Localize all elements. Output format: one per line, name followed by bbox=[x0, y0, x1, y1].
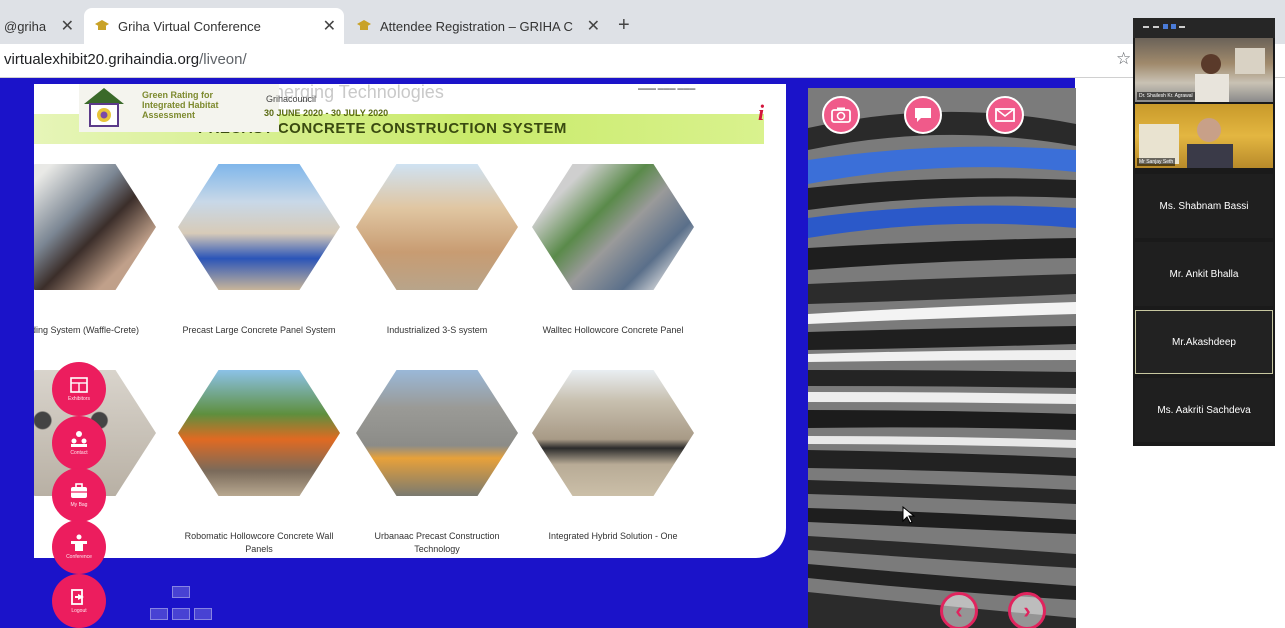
product-caption[interactable]: Urbanaac Precast Construction Technology bbox=[352, 530, 522, 556]
product-caption[interactable]: ilding System (Waffle-Crete) bbox=[34, 324, 168, 337]
browser-tab-bar: @griha ✕ Griha Virtual Conference ✕ Atte… bbox=[0, 0, 1285, 44]
menu-label: Exhibitors bbox=[68, 396, 90, 402]
tab-close-icon[interactable]: ✕ bbox=[579, 16, 608, 36]
chat-button[interactable] bbox=[904, 96, 942, 134]
logo-text: Green Rating for Integrated Habitat Asse… bbox=[142, 90, 219, 120]
key-left-icon[interactable] bbox=[150, 608, 168, 620]
virtual-exhibit-page: ...ition of Emerging Technologies PRECAS… bbox=[0, 78, 1285, 628]
conference-button[interactable]: Conference bbox=[52, 520, 106, 574]
people-icon bbox=[71, 431, 87, 447]
tab-title: Attendee Registration – GRIHA C bbox=[380, 18, 573, 34]
grid-icon bbox=[70, 377, 88, 393]
mail-icon bbox=[995, 108, 1015, 122]
logout-button[interactable]: Logout bbox=[52, 574, 106, 628]
product-image-large-panel[interactable] bbox=[178, 164, 340, 290]
key-up-icon[interactable] bbox=[172, 586, 190, 598]
logo-line: Assessment bbox=[142, 110, 196, 120]
address-bar[interactable]: virtualexhibit20.grihaindia.org/liveon/ … bbox=[0, 44, 1285, 78]
small-note: ▬▬▬ ▬▬▬ ▬▬▬ bbox=[638, 86, 696, 92]
griha-logo bbox=[84, 88, 124, 127]
product-image-urbanaac[interactable] bbox=[356, 370, 518, 496]
chat-icon bbox=[915, 108, 931, 122]
next-arrow-button[interactable]: › bbox=[1008, 592, 1046, 628]
org-name: Grihacouncil bbox=[266, 94, 317, 104]
chevron-left-icon: ‹ bbox=[955, 598, 963, 623]
tab-attendee-registration[interactable]: Attendee Registration – GRIHA C ✕ bbox=[346, 8, 608, 44]
logout-icon bbox=[71, 589, 84, 605]
booth-panel: ...ition of Emerging Technologies PRECAS… bbox=[34, 84, 786, 558]
product-image-walltec[interactable] bbox=[532, 164, 694, 290]
tab-title: Griha Virtual Conference bbox=[118, 18, 261, 34]
product-caption[interactable]: Robomatic Hollowcore Concrete Wall Panel… bbox=[174, 530, 344, 556]
participant-name: Mr Sanjay Seth bbox=[1137, 158, 1176, 166]
menu-label: Logout bbox=[71, 608, 87, 614]
contact-button[interactable]: Contact bbox=[52, 416, 106, 470]
product-caption[interactable]: Walltec Hollowcore Concrete Panel bbox=[528, 324, 698, 337]
hall-scene bbox=[808, 88, 1076, 628]
3d-viewport[interactable]: ‹ › bbox=[808, 88, 1076, 628]
menu-label: Contact bbox=[70, 450, 88, 456]
product-image-waffle-crete[interactable] bbox=[34, 164, 156, 290]
participant-name: Mr.Akashdeep bbox=[1172, 336, 1236, 348]
participant-name: Mr. Ankit Bhalla bbox=[1169, 268, 1239, 280]
camera-icon bbox=[831, 107, 851, 123]
participant-tile[interactable]: Mr.Akashdeep bbox=[1135, 310, 1273, 374]
participant-name: Dr. Shailesh Kr. Agrawal bbox=[1137, 92, 1195, 100]
exhibitors-button[interactable]: Exhibitors bbox=[52, 362, 106, 416]
key-right-icon[interactable] bbox=[194, 608, 212, 620]
product-image-robomatic[interactable] bbox=[178, 370, 340, 496]
photo-booth-button[interactable] bbox=[822, 96, 860, 134]
zoom-topbar bbox=[1133, 18, 1275, 38]
participant-tile[interactable]: Ms. Shabnam Bassi bbox=[1135, 174, 1273, 238]
tab-title: @griha bbox=[4, 18, 47, 34]
video-tile[interactable]: Dr. Shailesh Kr. Agrawal bbox=[1135, 38, 1273, 102]
tab-griha[interactable]: @griha ✕ bbox=[0, 8, 82, 44]
product-image-hybrid[interactable] bbox=[532, 370, 694, 496]
participant-name: Ms. Shabnam Bassi bbox=[1159, 200, 1249, 212]
menu-label: My Bag bbox=[70, 502, 88, 508]
product-caption[interactable]: Industrialized 3-S system bbox=[352, 324, 522, 337]
product-caption[interactable]: Precast Large Concrete Panel System bbox=[174, 324, 344, 337]
url-domain: virtualexhibit20.grihaindia.org bbox=[4, 51, 200, 68]
url-text[interactable]: virtualexhibit20.grihaindia.org/liveon/ bbox=[4, 51, 247, 68]
zoom-participant-panel: Dr. Shailesh Kr. Agrawal Mr Sanjay Seth … bbox=[1133, 18, 1275, 446]
url-path: /liveon/ bbox=[199, 51, 247, 68]
bookmark-star-icon[interactable]: ☆ bbox=[1116, 49, 1131, 69]
mouse-cursor-icon bbox=[902, 506, 916, 524]
info-icon[interactable]: i bbox=[758, 100, 764, 126]
my-bag-button[interactable]: My Bag bbox=[52, 468, 106, 522]
video-tile[interactable]: Mr Sanjay Seth bbox=[1135, 104, 1273, 168]
tab-griha-virtual-conference[interactable]: Griha Virtual Conference ✕ bbox=[84, 8, 344, 44]
logo-line: Integrated Habitat bbox=[142, 100, 219, 110]
previous-arrow-button[interactable]: ‹ bbox=[940, 592, 978, 628]
new-tab-button[interactable]: + bbox=[618, 14, 630, 37]
product-caption[interactable]: Integrated Hybrid Solution - One bbox=[528, 530, 698, 543]
graduation-cap-icon bbox=[356, 18, 372, 34]
participant-tile[interactable]: Ms. Aakriti Sachdeva bbox=[1135, 378, 1273, 442]
menu-label: Conference bbox=[66, 554, 92, 560]
graduation-cap-icon bbox=[94, 18, 110, 34]
keyboard-nav-hint bbox=[136, 586, 226, 626]
zoom-view-controls-icon[interactable] bbox=[1133, 18, 1275, 38]
podium-icon bbox=[71, 534, 87, 551]
chevron-right-icon: › bbox=[1023, 598, 1031, 623]
briefcase-icon bbox=[71, 483, 87, 498]
tab-close-icon[interactable]: ✕ bbox=[53, 16, 82, 36]
event-dates: 30 JUNE 2020 - 30 JULY 2020 bbox=[264, 108, 389, 118]
tab-close-icon[interactable]: ✕ bbox=[315, 16, 344, 36]
mail-button[interactable] bbox=[986, 96, 1024, 134]
participant-tile[interactable]: Mr. Ankit Bhalla bbox=[1135, 242, 1273, 306]
product-image-3s-system[interactable] bbox=[356, 164, 518, 290]
key-down-icon[interactable] bbox=[172, 608, 190, 620]
participant-name: Ms. Aakriti Sachdeva bbox=[1157, 404, 1251, 416]
logo-line: Green Rating for bbox=[142, 90, 214, 100]
